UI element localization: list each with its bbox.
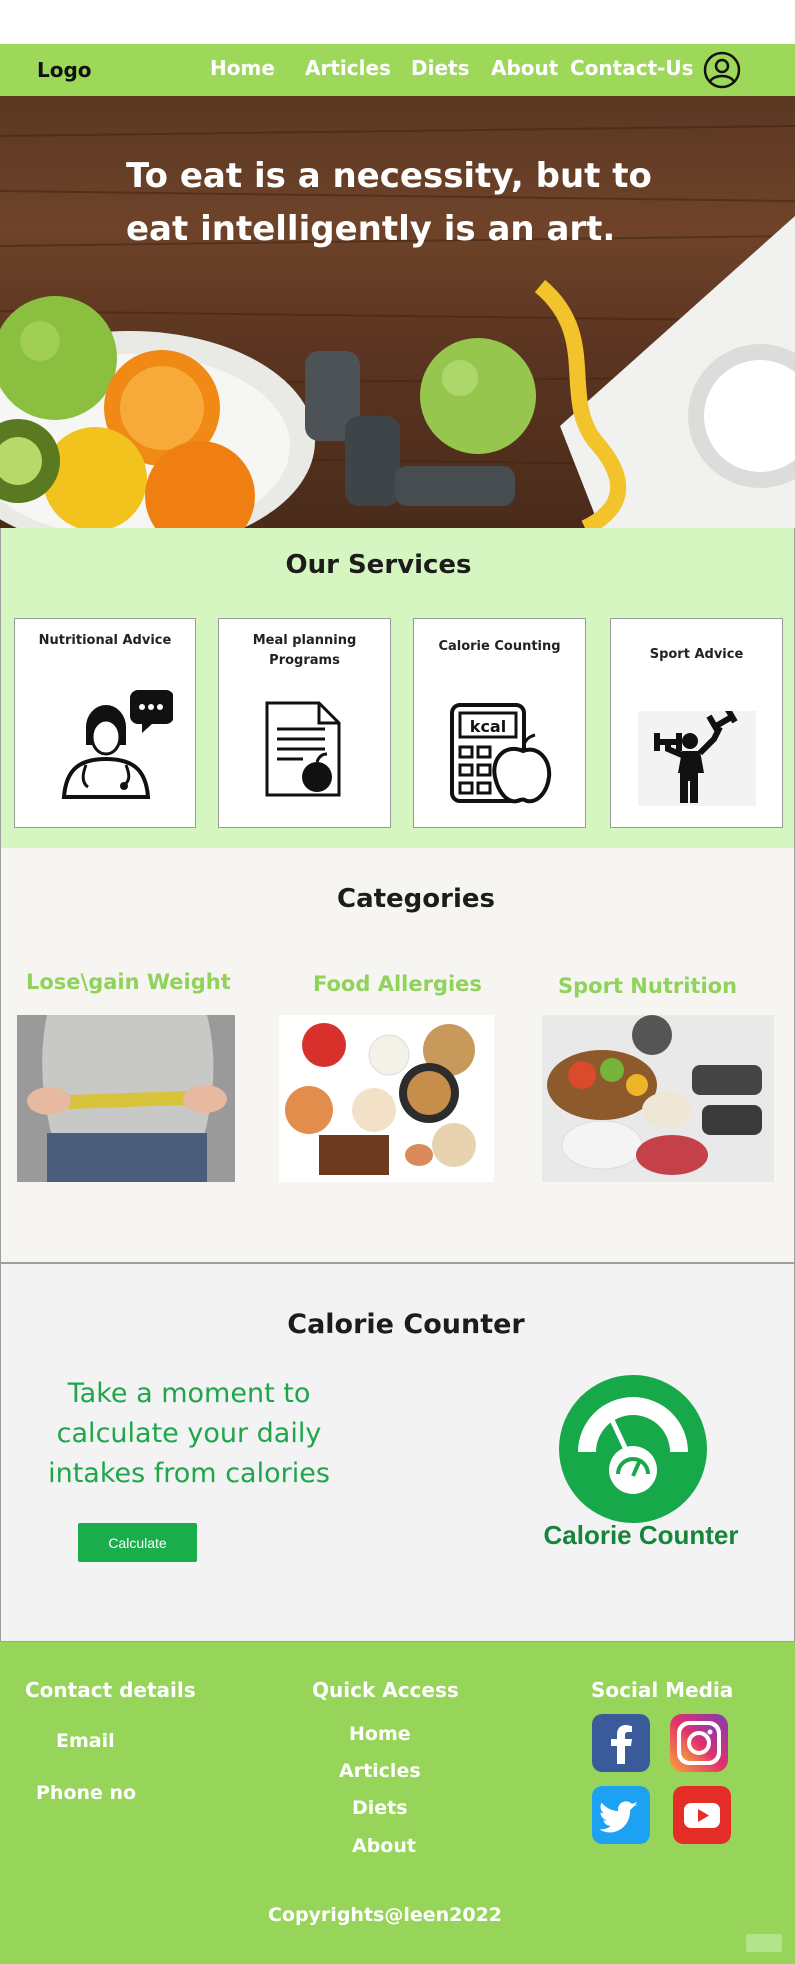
services-title: Our Services [285,550,472,580]
service-card-meal-planning[interactable]: Meal planning Programs [218,618,391,828]
copyright: Copyrights@leen2022 [267,1904,503,1926]
document-apple-icon [265,701,341,797]
footer-quick-access-title: Quick Access [312,1678,459,1702]
footer-phone-link[interactable]: Phone no [36,1782,136,1804]
service-card-calorie-counting[interactable]: Calorie Counting kcal [413,618,586,828]
service-label: Meal planning Programs [252,633,357,668]
footer-link-about[interactable]: About [352,1835,416,1857]
facebook-icon[interactable] [592,1714,650,1772]
footer-link-articles[interactable]: Articles [339,1760,421,1782]
calculate-button[interactable]: Calculate [78,1523,197,1562]
services-section: Our Services Nutritional Advice Meal pla… [0,528,795,849]
nav-link-articles[interactable]: Articles [305,56,391,80]
weightlifter-icon [638,711,756,806]
user-circle-icon[interactable] [703,51,741,89]
youtube-icon[interactable] [673,1786,731,1844]
calorie-counter-section: Calorie Counter Take a moment to calcula… [0,1263,795,1642]
footer-link-home[interactable]: Home [349,1723,411,1745]
footer-link-diets[interactable]: Diets [352,1797,408,1819]
doctor-chat-icon [61,690,173,799]
service-label: Sport Advice [649,647,744,662]
service-card-sport-advice[interactable]: Sport Advice [610,618,783,828]
svg-text:kcal: kcal [470,717,506,736]
category-label-sport-nutrition[interactable]: Sport Nutrition [558,974,737,998]
calculator-kcal-icon: kcal [450,703,552,804]
categories-title: Categories [336,884,495,914]
categories-section: Categories Lose\gain Weight Food Allergi… [0,848,795,1263]
twitter-icon[interactable] [592,1786,650,1844]
service-card-nutritional-advice[interactable]: Nutritional Advice [14,618,196,828]
gauge-icon [559,1375,707,1523]
category-label-weight[interactable]: Lose\gain Weight [26,970,231,994]
gauge-logo-label: Calorie Counter [543,1520,739,1550]
calorie-counter-title: Calorie Counter [287,1309,525,1340]
footer-social-title: Social Media [591,1678,734,1702]
service-label: Nutritional Advice [38,633,172,648]
allergen-foods-photo[interactable] [279,1015,494,1182]
footer-email-link[interactable]: Email [56,1730,115,1752]
nav-link-diets[interactable]: Diets [411,56,470,80]
logo[interactable]: Logo [37,58,92,82]
nav-link-home[interactable]: Home [210,56,275,80]
calorie-counter-text: Take a moment to calculate your daily in… [48,1378,330,1489]
food-dumbbells-photo[interactable] [542,1015,774,1182]
hero-banner: To eat is a necessity, but to eat intell… [0,96,795,528]
nav-link-about[interactable]: About [491,56,558,80]
waist-measure-photo[interactable] [17,1015,235,1182]
footer-contact-title: Contact details [25,1678,196,1702]
footer: Contact details Email Phone no Quick Acc… [0,1642,795,1964]
hero-quote: To eat is a necessity, but to eat intell… [126,156,652,249]
service-label: Calorie Counting [438,639,561,654]
instagram-icon[interactable] [670,1714,728,1772]
watermark-badge [746,1934,782,1952]
navbar: Logo Home Articles Diets About Contact-U… [0,44,795,96]
nav-link-contact-us[interactable]: Contact-Us [570,56,694,80]
category-label-allergies[interactable]: Food Allergies [313,972,482,996]
